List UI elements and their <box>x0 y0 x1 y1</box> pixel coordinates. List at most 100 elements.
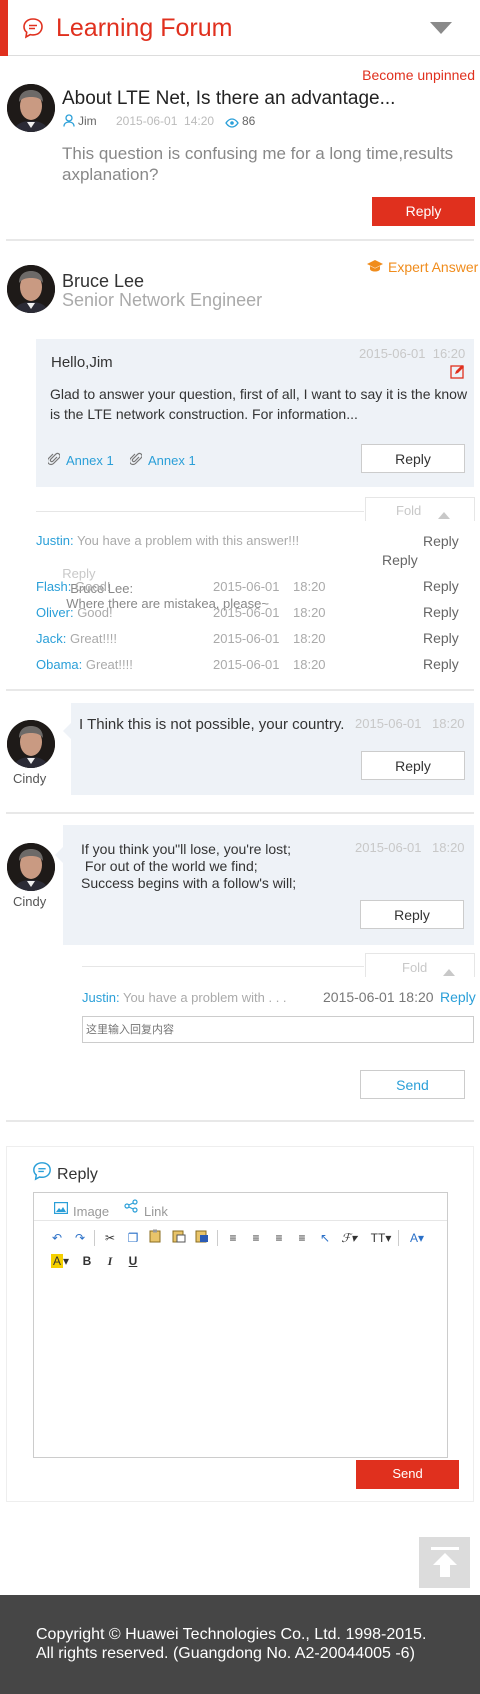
edit-icon[interactable] <box>450 364 465 384</box>
comment-time: 18:20 <box>293 579 326 594</box>
commenter-name[interactable]: Cindy <box>13 771 46 786</box>
copy-icon[interactable]: ❐ <box>124 1229 142 1247</box>
align-right-icon[interactable]: ≡ <box>270 1229 288 1247</box>
comment-reply-link[interactable]: Reply <box>423 533 459 549</box>
comment-reply-link[interactable]: Reply <box>440 989 476 1005</box>
editor-textarea[interactable] <box>34 1277 447 1457</box>
annex-link-1[interactable]: Annex 1 <box>66 453 114 468</box>
avatar[interactable] <box>7 265 55 313</box>
comment-date: 2015-06-01 <box>213 657 280 672</box>
comment-text: You have a problem with . . . <box>122 990 287 1005</box>
reply-text: I Think this is not possible, your count… <box>79 716 345 733</box>
comment-author[interactable]: Flash: <box>36 579 71 594</box>
chevron-up-icon <box>438 506 450 524</box>
italic-icon[interactable]: I <box>101 1252 119 1270</box>
reply-time: 18:20 <box>432 840 465 855</box>
font-size-icon[interactable]: TT▾ <box>368 1229 394 1247</box>
align-justify-icon[interactable]: ≡ <box>293 1229 311 1247</box>
paste-word-icon[interactable] <box>193 1229 211 1247</box>
comment-author[interactable]: Justin: <box>36 533 74 548</box>
comment-reply-link[interactable]: Reply <box>423 578 459 594</box>
arrow-up-icon <box>431 1547 459 1582</box>
expert-answer-bubble: Hello,Jim 2015-06-01 16:20 Glad to answe… <box>36 339 474 487</box>
align-center-icon[interactable]: ≡ <box>247 1229 265 1247</box>
fold-toggle[interactable]: Fold <box>365 497 475 521</box>
comment-time: 18:20 <box>293 631 326 646</box>
back-to-top-button[interactable] <box>419 1537 470 1588</box>
comment-reply-link[interactable]: Reply <box>423 604 459 620</box>
fold-label: Fold <box>396 503 422 518</box>
chat-bubble-icon <box>32 1161 52 1186</box>
answer-greeting: Hello,Jim <box>51 354 113 371</box>
comment-author[interactable]: Oliver: <box>36 605 74 620</box>
post-author[interactable]: Jim <box>78 114 97 128</box>
post-reply-button[interactable]: Reply <box>372 197 475 226</box>
editor-tab-link[interactable]: Link <box>144 1204 168 1219</box>
divider <box>6 1120 474 1122</box>
chevron-down-icon[interactable] <box>430 22 452 40</box>
comment-time: 18:20 <box>293 657 326 672</box>
post-title[interactable]: About LTE Net, Is there an advantage... <box>62 88 395 110</box>
answer-body: Glad to answer your question, first of a… <box>50 386 468 422</box>
fold-label: Fold <box>402 960 428 975</box>
align-left-icon[interactable]: ≡ <box>224 1229 242 1247</box>
comment-text: You have a problem with this answer!!! <box>76 533 300 548</box>
answer-reply-button[interactable]: Reply <box>361 444 465 473</box>
post-body: This question is confusing me for a long… <box>62 144 454 184</box>
bubble-tail <box>55 847 63 863</box>
expert-answer-badge: Expert Answer <box>388 259 479 275</box>
comment-text: Great!!!! <box>85 657 133 672</box>
comment-date: 2015-06-01 18:20 <box>323 989 434 1005</box>
font-color-icon[interactable]: A▾ <box>405 1229 429 1247</box>
comment-row: Justin: You have a problem with this ans… <box>36 533 299 548</box>
comment-reply-link[interactable]: Reply <box>423 630 459 646</box>
copyright-line-2: All rights reserved. (Guangdong No. A2-2… <box>36 1645 415 1662</box>
annex-link-2[interactable]: Annex 1 <box>148 453 196 468</box>
expert-role: Senior Network Engineer <box>62 290 263 310</box>
reply-text-line-2: For out of the world we find; <box>81 858 258 874</box>
redo-icon[interactable]: ↷ <box>71 1229 89 1247</box>
underline-icon[interactable]: U <box>124 1252 142 1270</box>
commenter-name[interactable]: Cindy <box>13 894 46 909</box>
reply-date: 2015-06-01 <box>355 716 422 731</box>
comment-row: Oliver: Good! 2015-06-01 18:20 Reply <box>36 604 476 623</box>
comment-date: 2015-06-01 <box>213 579 280 594</box>
send-button[interactable]: Send <box>360 1070 465 1099</box>
comment-author[interactable]: Justin: <box>82 990 120 1005</box>
image-icon <box>54 1201 69 1219</box>
unpin-link[interactable]: Become unpinned <box>340 67 475 83</box>
chevron-up-icon <box>443 963 455 981</box>
comment-author[interactable]: Jack: <box>36 631 66 646</box>
divider <box>6 689 474 691</box>
reply-bubble: I Think this is not possible, your count… <box>63 703 474 795</box>
expert-name[interactable]: Bruce Lee <box>62 271 144 292</box>
font-family-icon[interactable]: ℱ▾ <box>337 1229 361 1247</box>
reply-button[interactable]: Reply <box>360 900 464 929</box>
highlight-color-icon[interactable]: A ▾ <box>48 1252 72 1270</box>
comment-time: 18:20 <box>293 605 326 620</box>
comment-row: Obama: Great!!!! 2015-06-01 18:20 Reply <box>36 656 476 675</box>
undo-icon[interactable]: ↶ <box>48 1229 66 1247</box>
avatar[interactable] <box>7 84 55 132</box>
paste-text-icon[interactable] <box>170 1229 188 1247</box>
footer: Copyright © Huawei Technologies Co., Ltd… <box>0 1595 480 1694</box>
bubble-tail <box>63 723 71 739</box>
editor-tab-image[interactable]: Image <box>73 1204 109 1219</box>
fold-toggle[interactable]: Fold <box>365 953 475 977</box>
reply-button[interactable]: Reply <box>361 751 465 780</box>
reply-send-button[interactable]: Send <box>356 1460 459 1489</box>
cut-icon[interactable]: ✂ <box>101 1229 119 1247</box>
reply-date: 2015-06-01 <box>355 840 422 855</box>
bold-icon[interactable]: B <box>78 1252 96 1270</box>
avatar[interactable] <box>7 843 55 891</box>
reply-input[interactable] <box>82 1016 474 1043</box>
comment-reply-link[interactable]: Reply <box>382 552 418 568</box>
comment-reply-link[interactable]: Reply <box>423 656 459 672</box>
comment-row: Justin: You have a problem with . . . <box>82 990 287 1005</box>
comment-author[interactable]: Obama: <box>36 657 82 672</box>
select-icon[interactable]: ↖ <box>316 1229 334 1247</box>
avatar[interactable] <box>7 720 55 768</box>
paste-icon[interactable] <box>147 1229 165 1247</box>
fold-divider <box>82 966 364 967</box>
comment-text: Good! <box>75 579 111 594</box>
